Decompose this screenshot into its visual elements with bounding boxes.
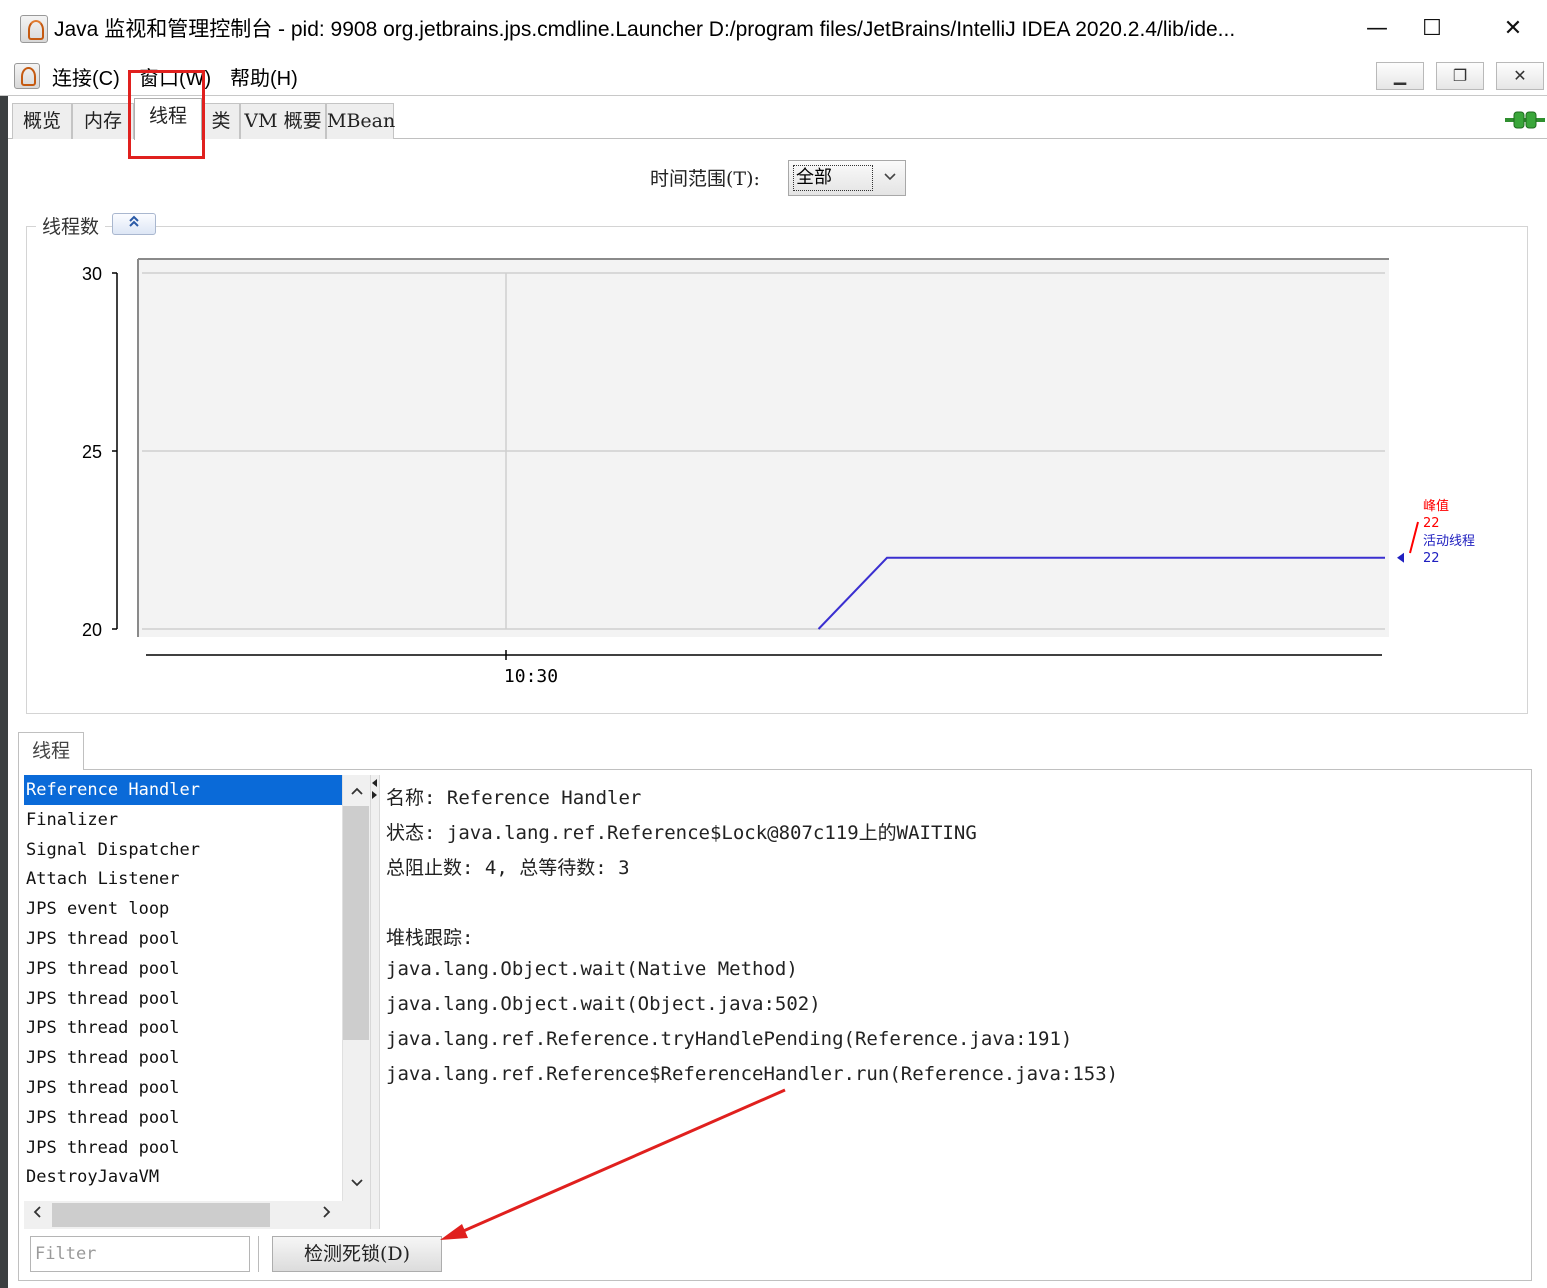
scroll-up-icon[interactable]	[344, 777, 370, 807]
toolbar-separator	[258, 1236, 259, 1272]
thread-state-line: 状态: java.lang.ref.Reference$Lock@807c119…	[386, 822, 977, 844]
thread-list-item[interactable]: JPS thread pool	[24, 1103, 342, 1133]
y-tick-label: 20	[82, 620, 102, 640]
thread-list-item[interactable]: JPS thread pool	[24, 1043, 342, 1073]
scroll-left-icon[interactable]	[24, 1201, 50, 1229]
x-tick-label: 10:30	[504, 666, 558, 687]
vertical-scroll-thumb[interactable]	[343, 806, 369, 1040]
thread-list-item[interactable]: JPS thread pool	[24, 1133, 342, 1163]
thread-list-item[interactable]: JPS thread pool	[24, 1073, 342, 1103]
thread-count-chart: 30 25 20 10:30 峰值 22 活动线程 22	[82, 258, 1475, 687]
stack-frame: java.lang.Object.wait(Native Method)	[386, 958, 798, 980]
tab-thread-list[interactable]: 线程	[18, 732, 84, 770]
peak-connector	[1409, 521, 1419, 554]
stack-frame: java.lang.Object.wait(Object.java:502)	[386, 993, 821, 1015]
thread-list-item[interactable]: JPS thread pool	[24, 924, 342, 954]
thread-counts-line: 总阻止数: 4, 总等待数: 3	[386, 857, 630, 879]
thread-list-item[interactable]: DestroyJavaVM	[24, 1162, 342, 1192]
live-threads-value: 22	[1423, 551, 1440, 566]
thread-list-item[interactable]: Attach Listener	[24, 864, 342, 894]
thread-list-item[interactable]: Signal Dispatcher	[24, 835, 342, 865]
split-pane-divider[interactable]	[370, 775, 380, 1229]
highlight-box	[128, 70, 205, 159]
horizontal-scroll-thumb[interactable]	[52, 1203, 270, 1227]
thread-list-item[interactable]: JPS event loop	[24, 894, 342, 924]
thread-list-item[interactable]: JPS thread pool	[24, 1013, 342, 1043]
stack-frame: java.lang.ref.Reference.tryHandlePending…	[386, 1028, 1073, 1050]
thread-name-line: 名称: Reference Handler	[386, 787, 642, 809]
plot-area	[138, 259, 1389, 637]
stack-trace-title: 堆栈跟踪:	[386, 927, 474, 949]
live-threads-label: 活动线程	[1423, 534, 1475, 549]
thread-list-item[interactable]: Reference Handler	[24, 775, 342, 805]
peak-label: 峰值	[1423, 498, 1449, 514]
filter-input[interactable]	[30, 1236, 250, 1272]
detect-deadlock-button[interactable]: 检测死锁(D)	[272, 1236, 442, 1272]
peak-value: 22	[1423, 516, 1440, 531]
scroll-down-icon[interactable]	[344, 1169, 370, 1199]
thread-list-item[interactable]: Finalizer	[24, 805, 342, 835]
thread-list-item[interactable]: JPS thread pool	[24, 954, 342, 984]
thread-list-item[interactable]: JPS thread pool	[24, 984, 342, 1014]
stack-frame: java.lang.ref.Reference$ReferenceHandler…	[386, 1063, 1119, 1085]
scroll-right-icon[interactable]	[314, 1201, 340, 1229]
y-tick-label: 30	[82, 264, 102, 284]
y-tick-label: 25	[82, 442, 102, 462]
thread-list[interactable]: Reference Handler Finalizer Signal Dispatc…	[24, 775, 342, 1201]
thread-details: 名称: Reference Handler 状态: java.lang.ref.…	[380, 775, 1528, 1229]
live-marker	[1397, 552, 1404, 563]
